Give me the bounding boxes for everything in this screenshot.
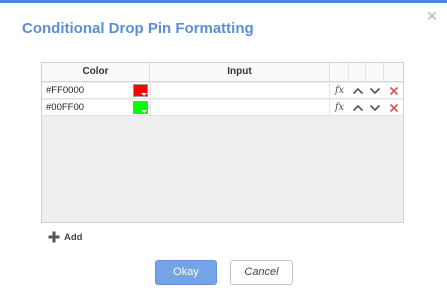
add-row-button[interactable]: Add (48, 230, 82, 244)
column-header-input: Input (150, 63, 330, 82)
add-row-label: Add (64, 231, 83, 243)
color-hex-value: #00FF00 (46, 102, 85, 113)
condition-input-cell[interactable] (150, 100, 330, 115)
column-header-down (366, 63, 384, 82)
dialog-title: Conditional Drop Pin Formatting (22, 20, 254, 37)
column-header-delete (384, 63, 403, 82)
grid-header: Color Input (42, 63, 403, 82)
move-down-icon[interactable] (366, 83, 384, 98)
move-up-icon[interactable] (349, 83, 366, 98)
plus-icon (48, 231, 60, 243)
move-down-icon[interactable] (366, 100, 384, 115)
column-header-color: Color (42, 63, 150, 82)
delete-icon[interactable] (384, 100, 403, 115)
close-icon[interactable]: ✕ (424, 9, 440, 25)
condition-input-cell[interactable] (150, 83, 330, 98)
fx-icon-label: fx (334, 102, 345, 113)
column-header-fx (330, 63, 349, 82)
dialog-top-accent-bar (0, 0, 447, 3)
okay-button[interactable]: Okay (155, 260, 217, 285)
table-row: #FF0000 fx (42, 83, 403, 99)
table-row: #00FF00 fx (42, 100, 403, 116)
fx-icon-label: fx (334, 85, 345, 96)
dropdown-arrow-icon (141, 110, 147, 113)
fx-icon[interactable]: fx (330, 83, 349, 98)
color-swatch-picker[interactable] (133, 101, 148, 114)
move-up-icon[interactable] (349, 100, 366, 115)
fx-icon[interactable]: fx (330, 100, 349, 115)
color-hex-value: #FF0000 (46, 85, 85, 96)
delete-icon[interactable] (384, 83, 403, 98)
color-swatch-picker[interactable] (133, 84, 148, 97)
dropdown-arrow-icon (141, 93, 147, 96)
formatting-grid: Color Input #FF0000 fx #00FF00 fx (41, 62, 404, 223)
cancel-button[interactable]: Cancel (230, 260, 293, 285)
column-header-up (349, 63, 366, 82)
